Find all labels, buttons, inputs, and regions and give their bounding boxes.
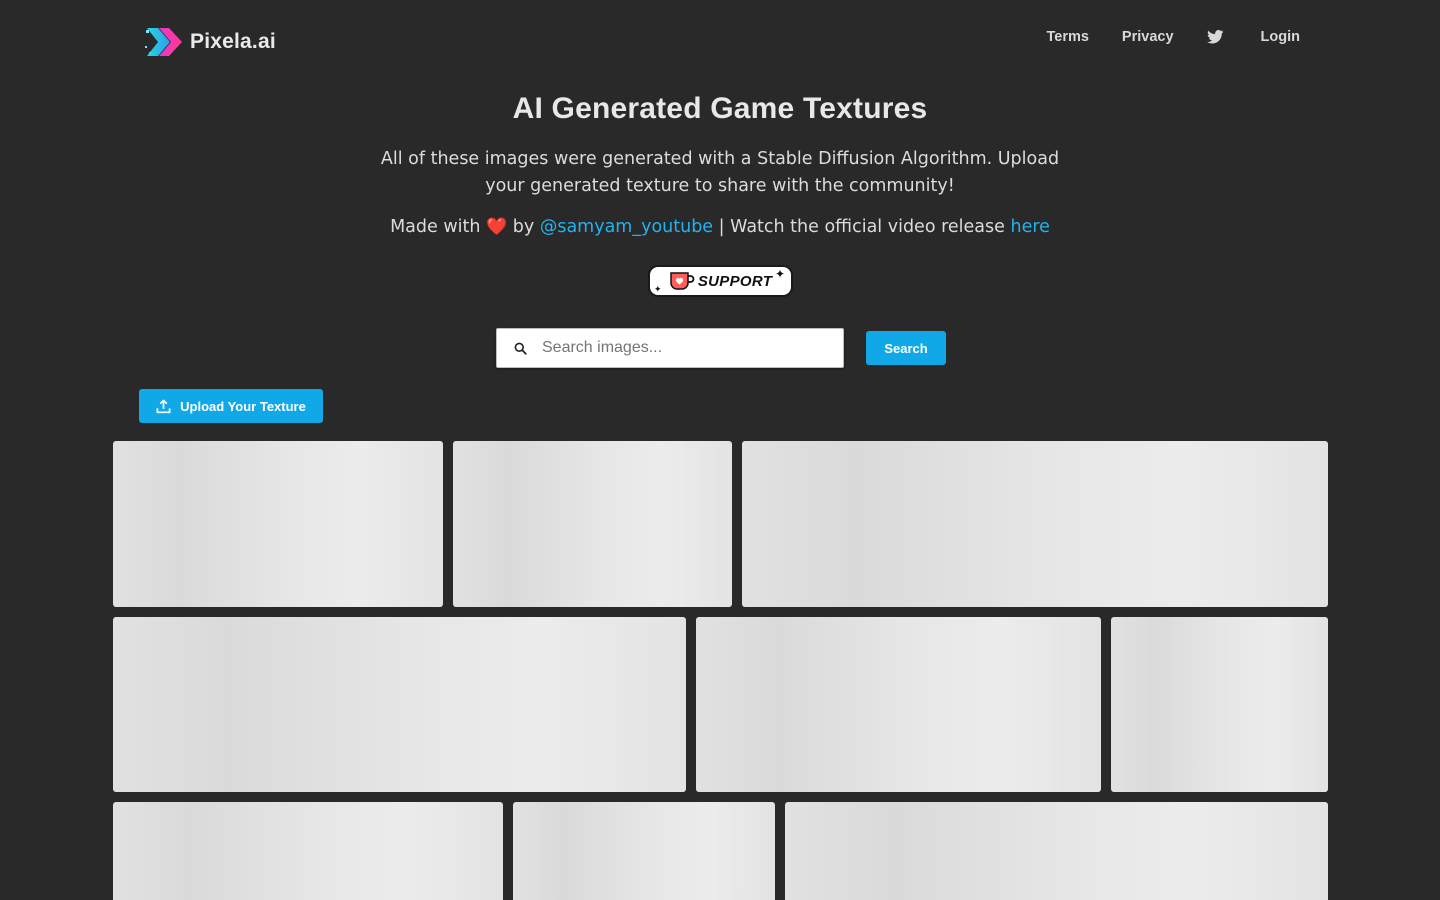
upload-texture-label: Upload Your Texture <box>180 398 306 414</box>
nav-privacy-link[interactable]: Privacy <box>1122 29 1174 45</box>
texture-tile[interactable] <box>742 441 1328 607</box>
heart-icon: ❤️ <box>486 217 508 237</box>
twitter-icon[interactable] <box>1206 30 1224 44</box>
video-release-link[interactable]: here <box>1010 217 1049 237</box>
search-box <box>496 328 844 368</box>
sparkle-icon: ✦ <box>774 267 785 281</box>
page-title: AI Generated Game Textures <box>512 92 928 125</box>
texture-tile[interactable] <box>785 802 1328 900</box>
support-label: SUPPORT <box>697 272 773 290</box>
brand-logo[interactable]: Pixela.ai <box>144 22 276 62</box>
author-link[interactable]: @samyam_youtube <box>540 217 713 237</box>
texture-tile[interactable] <box>696 617 1101 792</box>
texture-tile[interactable] <box>113 802 503 900</box>
kofi-cup-icon <box>670 272 695 290</box>
texture-tile[interactable] <box>453 441 732 607</box>
texture-tile[interactable] <box>113 617 686 792</box>
nav-login-link[interactable]: Login <box>1261 29 1300 45</box>
support-button[interactable]: SUPPORT ✦ ✦ <box>648 265 793 297</box>
credits-by: by <box>512 217 535 237</box>
page-description: All of these images were generated with … <box>380 149 1060 196</box>
credits-made-with: Made with <box>390 217 481 237</box>
search-input[interactable] <box>542 333 832 363</box>
site-header: Pixela.ai Terms Privacy Login <box>0 0 1440 84</box>
credits-separator: | <box>718 217 725 237</box>
credits-watch-text: Watch the official video release <box>730 217 1005 237</box>
brand-name: Pixela.ai <box>190 30 276 53</box>
search-icon <box>514 342 527 355</box>
top-nav: Terms Privacy Login <box>1046 26 1300 48</box>
credits-line: Made with ❤️ by @samyam_youtube | Watch … <box>0 217 1440 237</box>
search-button[interactable]: Search <box>866 331 946 365</box>
texture-tile[interactable] <box>513 802 775 900</box>
pixela-logo-icon <box>145 28 182 56</box>
texture-tile[interactable] <box>1111 617 1328 792</box>
texture-tile[interactable] <box>113 441 443 607</box>
sparkle-icon: ✦ <box>654 284 662 294</box>
upload-icon <box>156 399 171 413</box>
upload-texture-button[interactable]: Upload Your Texture <box>139 389 323 423</box>
nav-terms-link[interactable]: Terms <box>1046 29 1088 45</box>
